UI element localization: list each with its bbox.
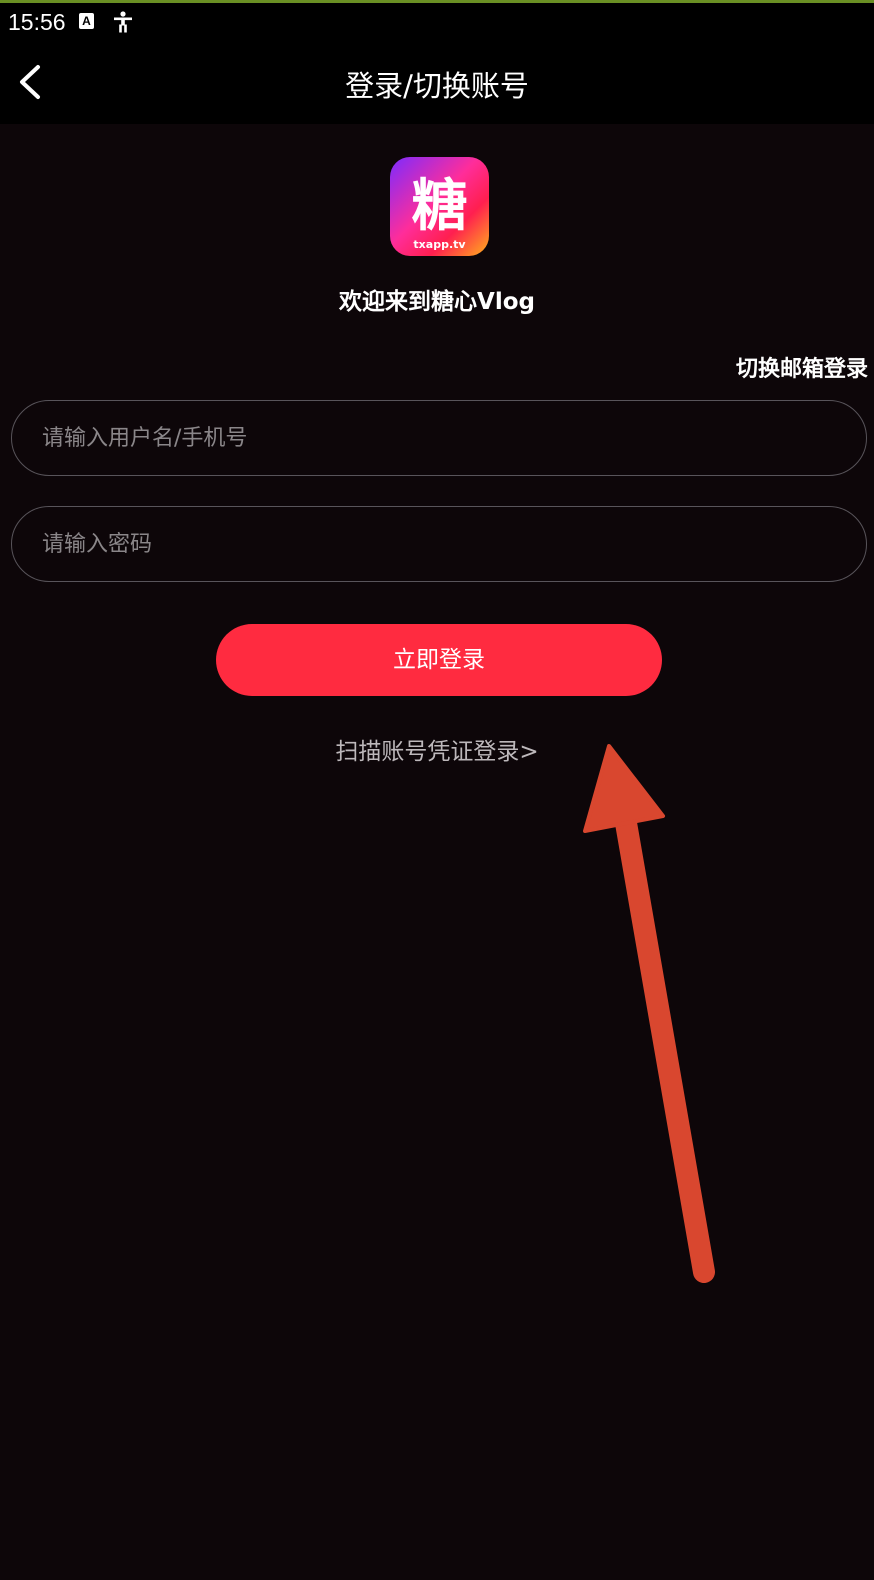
annotation-arrow: [583, 744, 715, 1283]
